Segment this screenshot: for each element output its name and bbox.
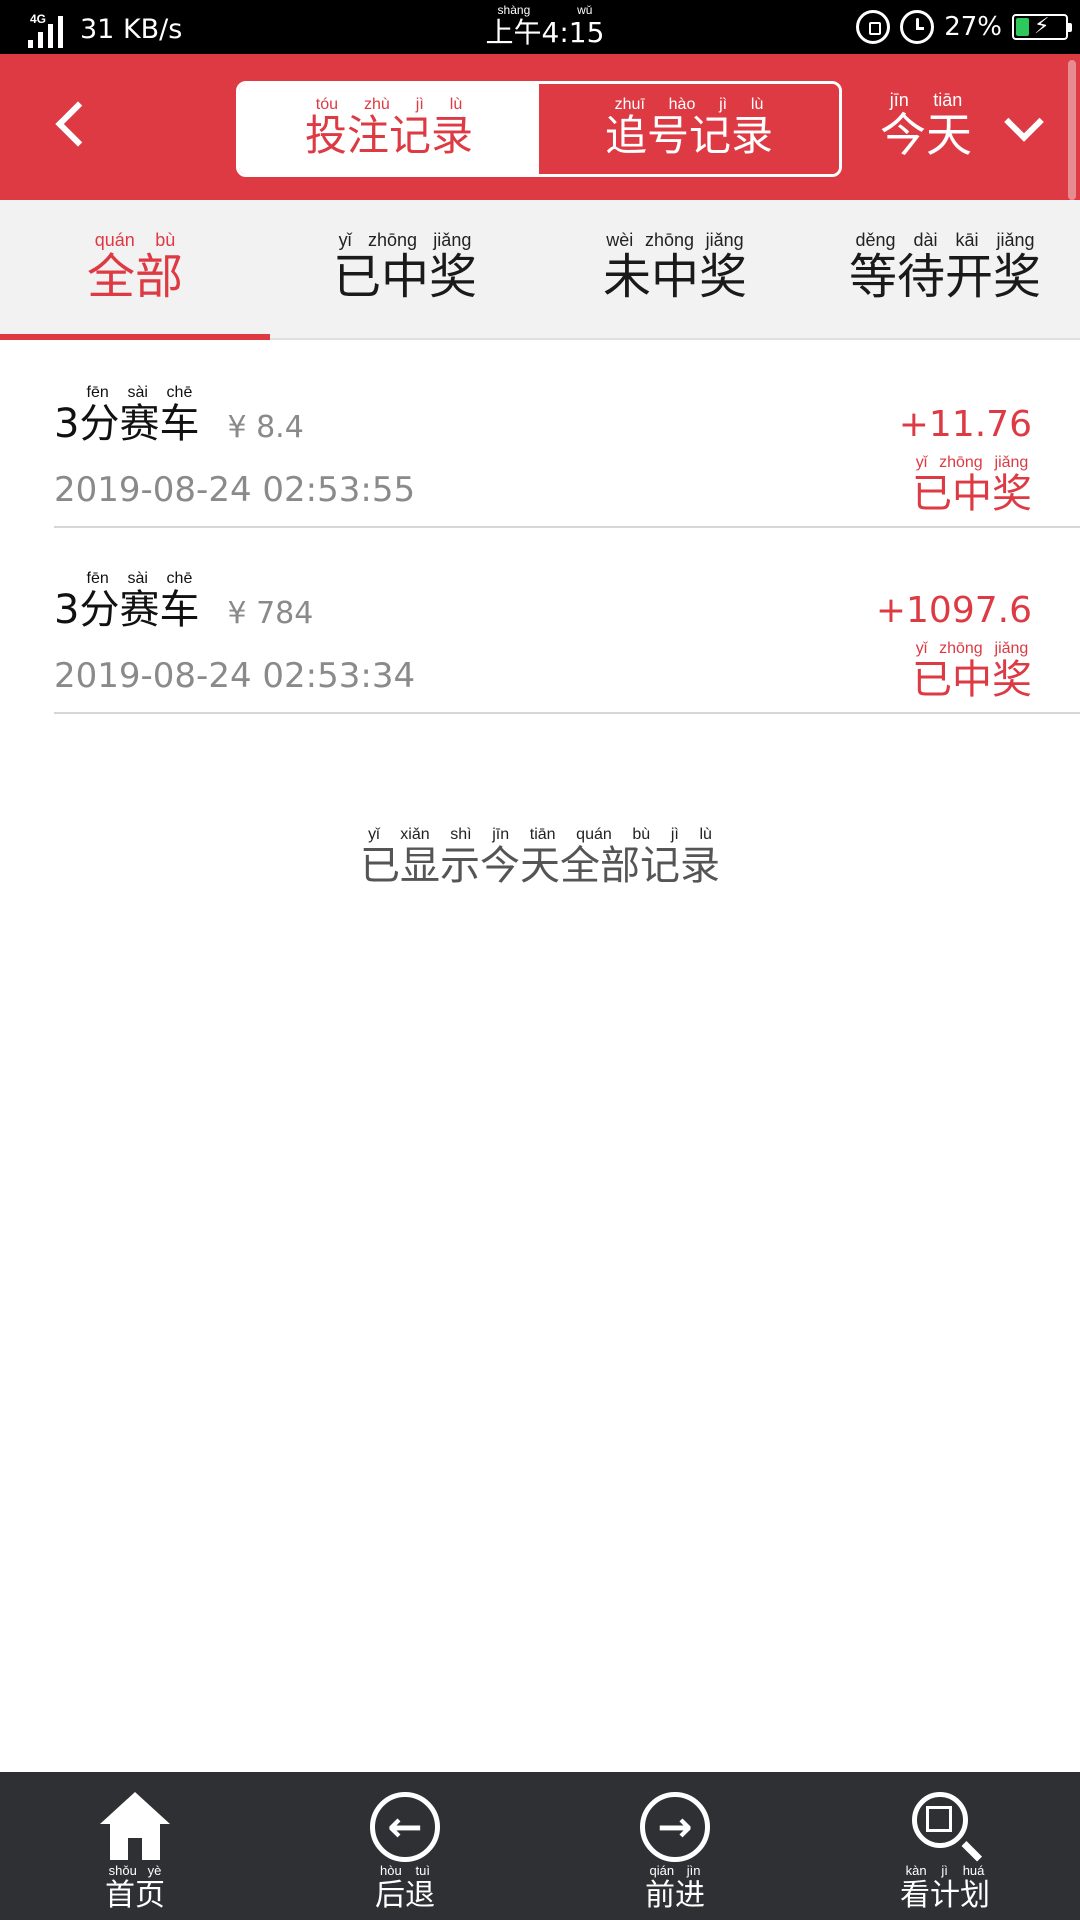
- nav-view-plan-label: 看计划kàn jì huá: [810, 1863, 1080, 1914]
- status-text: 已中奖: [912, 471, 1032, 517]
- chevron-down-icon: [1004, 101, 1044, 142]
- game-pinyin: fēn sài chē: [79, 570, 200, 587]
- list-item[interactable]: 3分赛车fēn sài chē ¥ 8.4 2019-08-24 02:53:55…: [54, 342, 1080, 528]
- nav-back-pinyin: hòu tuì: [375, 1863, 435, 1878]
- bet-datetime: 2019-08-24 02:53:34: [54, 656, 416, 696]
- tab-won-label: 已中奖: [332, 248, 477, 305]
- date-filter-label: 今天: [880, 108, 972, 162]
- nav-home-label: 首页shǒu yè: [0, 1863, 270, 1914]
- header-bar: 投注记录tóu zhù jì lù 追号记录zhuī hào jì lù 今天j…: [0, 54, 1080, 200]
- tab-chase-records-pinyin: zhuī hào jì lù: [604, 95, 773, 113]
- clock: 上午4:15shàng wǔ: [480, 3, 610, 51]
- status-pinyin: yǐ zhōng jiǎng: [912, 454, 1032, 471]
- nav-home-text: 首页: [105, 1878, 165, 1913]
- network-type: 4G: [30, 12, 47, 26]
- nav-back-label: 后退hòu tuì: [270, 1863, 540, 1914]
- status-pinyin: yǐ zhōng jiǎng: [912, 640, 1032, 657]
- network-speed: 31 KB/s: [80, 14, 183, 45]
- tab-not-won[interactable]: 未中奖wèi zhōng jiǎng: [540, 200, 810, 338]
- tab-chase-records-label: 追号记录: [604, 110, 773, 160]
- game-pinyin: fēn sài chē: [79, 384, 200, 401]
- tab-chase-records[interactable]: 追号记录zhuī hào jì lù: [539, 84, 839, 174]
- battery-icon: ⚡: [1012, 14, 1072, 40]
- scroll-indicator: [1068, 60, 1076, 200]
- tab-all-pinyin: quán bù: [86, 229, 183, 250]
- list-item[interactable]: 3分赛车fēn sài chē ¥ 784 2019-08-24 02:53:34…: [54, 528, 1080, 714]
- game-title: 分赛车: [79, 587, 200, 633]
- nav-back[interactable]: ← 后退hòu tuì: [270, 1772, 540, 1920]
- arrow-left-circle-icon: ←: [370, 1792, 440, 1862]
- tab-bet-records-label: 投注记录: [304, 110, 473, 160]
- search-plan-icon: [910, 1792, 983, 1862]
- profit-amount: +1097.6: [875, 590, 1032, 631]
- battery-fill: [1016, 18, 1029, 36]
- battery-percent: 27%: [944, 12, 1002, 42]
- tab-bet-records[interactable]: 投注记录tóu zhù jì lù: [239, 84, 539, 174]
- bet-amount: ¥ 784: [227, 596, 314, 631]
- status-left: 4G 31 KB/s: [10, 8, 182, 48]
- status-badge: 已中奖yǐ zhōng jiǎng: [912, 454, 1032, 519]
- game-prefix: 3: [54, 401, 80, 447]
- status-bar: 4G 31 KB/s 上午4:15shàng wǔ 27% ⚡: [0, 0, 1080, 54]
- end-of-list-text: 已显示今天全部记录: [360, 843, 720, 889]
- tab-not-won-pinyin: wèi zhōng jiǎng: [602, 229, 747, 250]
- status-filter-tabs: 全部quán bù 已中奖yǐ zhōng jiǎng 未中奖wèi zhōng…: [0, 200, 1080, 340]
- bet-amount: ¥ 8.4: [227, 410, 304, 445]
- record-list: 3分赛车fēn sài chē¥ 8.4 2019-08-24 02:53:55…: [0, 342, 1080, 714]
- home-icon: [100, 1792, 170, 1862]
- clock-text: 上午4:15: [485, 16, 605, 49]
- nav-back-text: 后退: [375, 1878, 435, 1913]
- nav-forward-pinyin: qián jìn: [645, 1863, 705, 1878]
- nav-forward-label: 前进qián jìn: [540, 1863, 810, 1914]
- status-badge: 已中奖yǐ zhōng jiǎng: [912, 640, 1032, 705]
- nav-forward-text: 前进: [645, 1878, 705, 1913]
- arrow-right-circle-icon: →: [640, 1792, 710, 1862]
- tab-pending-draw[interactable]: 等待开奖děng dài kāi jiǎng: [810, 200, 1080, 338]
- nav-view-plan-text: 看计划: [900, 1878, 990, 1913]
- bottom-nav: 首页shǒu yè ← 后退hòu tuì → 前进qián jìn 看计划kà…: [0, 1772, 1080, 1920]
- bet-datetime: 2019-08-24 02:53:55: [54, 470, 416, 510]
- tab-bet-records-pinyin: tóu zhù jì lù: [304, 95, 473, 113]
- charging-icon: ⚡: [1034, 14, 1050, 39]
- nav-home[interactable]: 首页shǒu yè: [0, 1772, 270, 1920]
- nav-forward[interactable]: → 前进qián jìn: [540, 1772, 810, 1920]
- nav-view-plan[interactable]: 看计划kàn jì huá: [810, 1772, 1080, 1920]
- chevron-left-icon: [55, 101, 101, 147]
- nav-home-pinyin: shǒu yè: [105, 1863, 165, 1878]
- record-type-switch: 投注记录tóu zhù jì lù 追号记录zhuī hào jì lù: [236, 81, 842, 177]
- date-filter-dropdown[interactable]: 今天jīn tiān: [880, 90, 1044, 165]
- game-title: 分赛车: [79, 401, 200, 447]
- clock-pinyin: shàng wǔ: [485, 3, 605, 17]
- status-right: 27% ⚡: [856, 9, 1072, 45]
- nav-view-plan-pinyin: kàn jì huá: [900, 1863, 990, 1878]
- signal-icon: 4G: [10, 12, 72, 48]
- tab-all[interactable]: 全部quán bù: [0, 200, 270, 340]
- tab-pending-draw-label: 等待开奖: [848, 248, 1041, 305]
- game-name: 3分赛车fēn sài chē ¥ 784: [54, 570, 313, 635]
- back-button[interactable]: [48, 96, 108, 156]
- tab-not-won-label: 未中奖: [602, 248, 747, 305]
- tab-won-pinyin: yǐ zhōng jiǎng: [332, 229, 477, 250]
- tab-won[interactable]: 已中奖yǐ zhōng jiǎng: [270, 200, 540, 338]
- end-of-list-note: 已显示今天全部记录yǐ xiǎn shì jīn tiān quán bù jì…: [0, 826, 1080, 891]
- end-of-list-pinyin: yǐ xiǎn shì jīn tiān quán bù jì lù: [360, 826, 720, 843]
- game-prefix: 3: [54, 587, 80, 633]
- tab-pending-draw-pinyin: děng dài kāi jiǎng: [848, 229, 1041, 250]
- tab-all-label: 全部: [86, 248, 183, 305]
- game-name: 3分赛车fēn sài chē ¥ 8.4: [54, 384, 304, 449]
- profit-amount: +11.76: [898, 404, 1032, 445]
- alarm-icon: [900, 10, 935, 44]
- date-filter-pinyin: jīn tiān: [880, 90, 972, 110]
- rotation-lock-icon: [856, 10, 891, 44]
- status-text: 已中奖: [912, 657, 1032, 703]
